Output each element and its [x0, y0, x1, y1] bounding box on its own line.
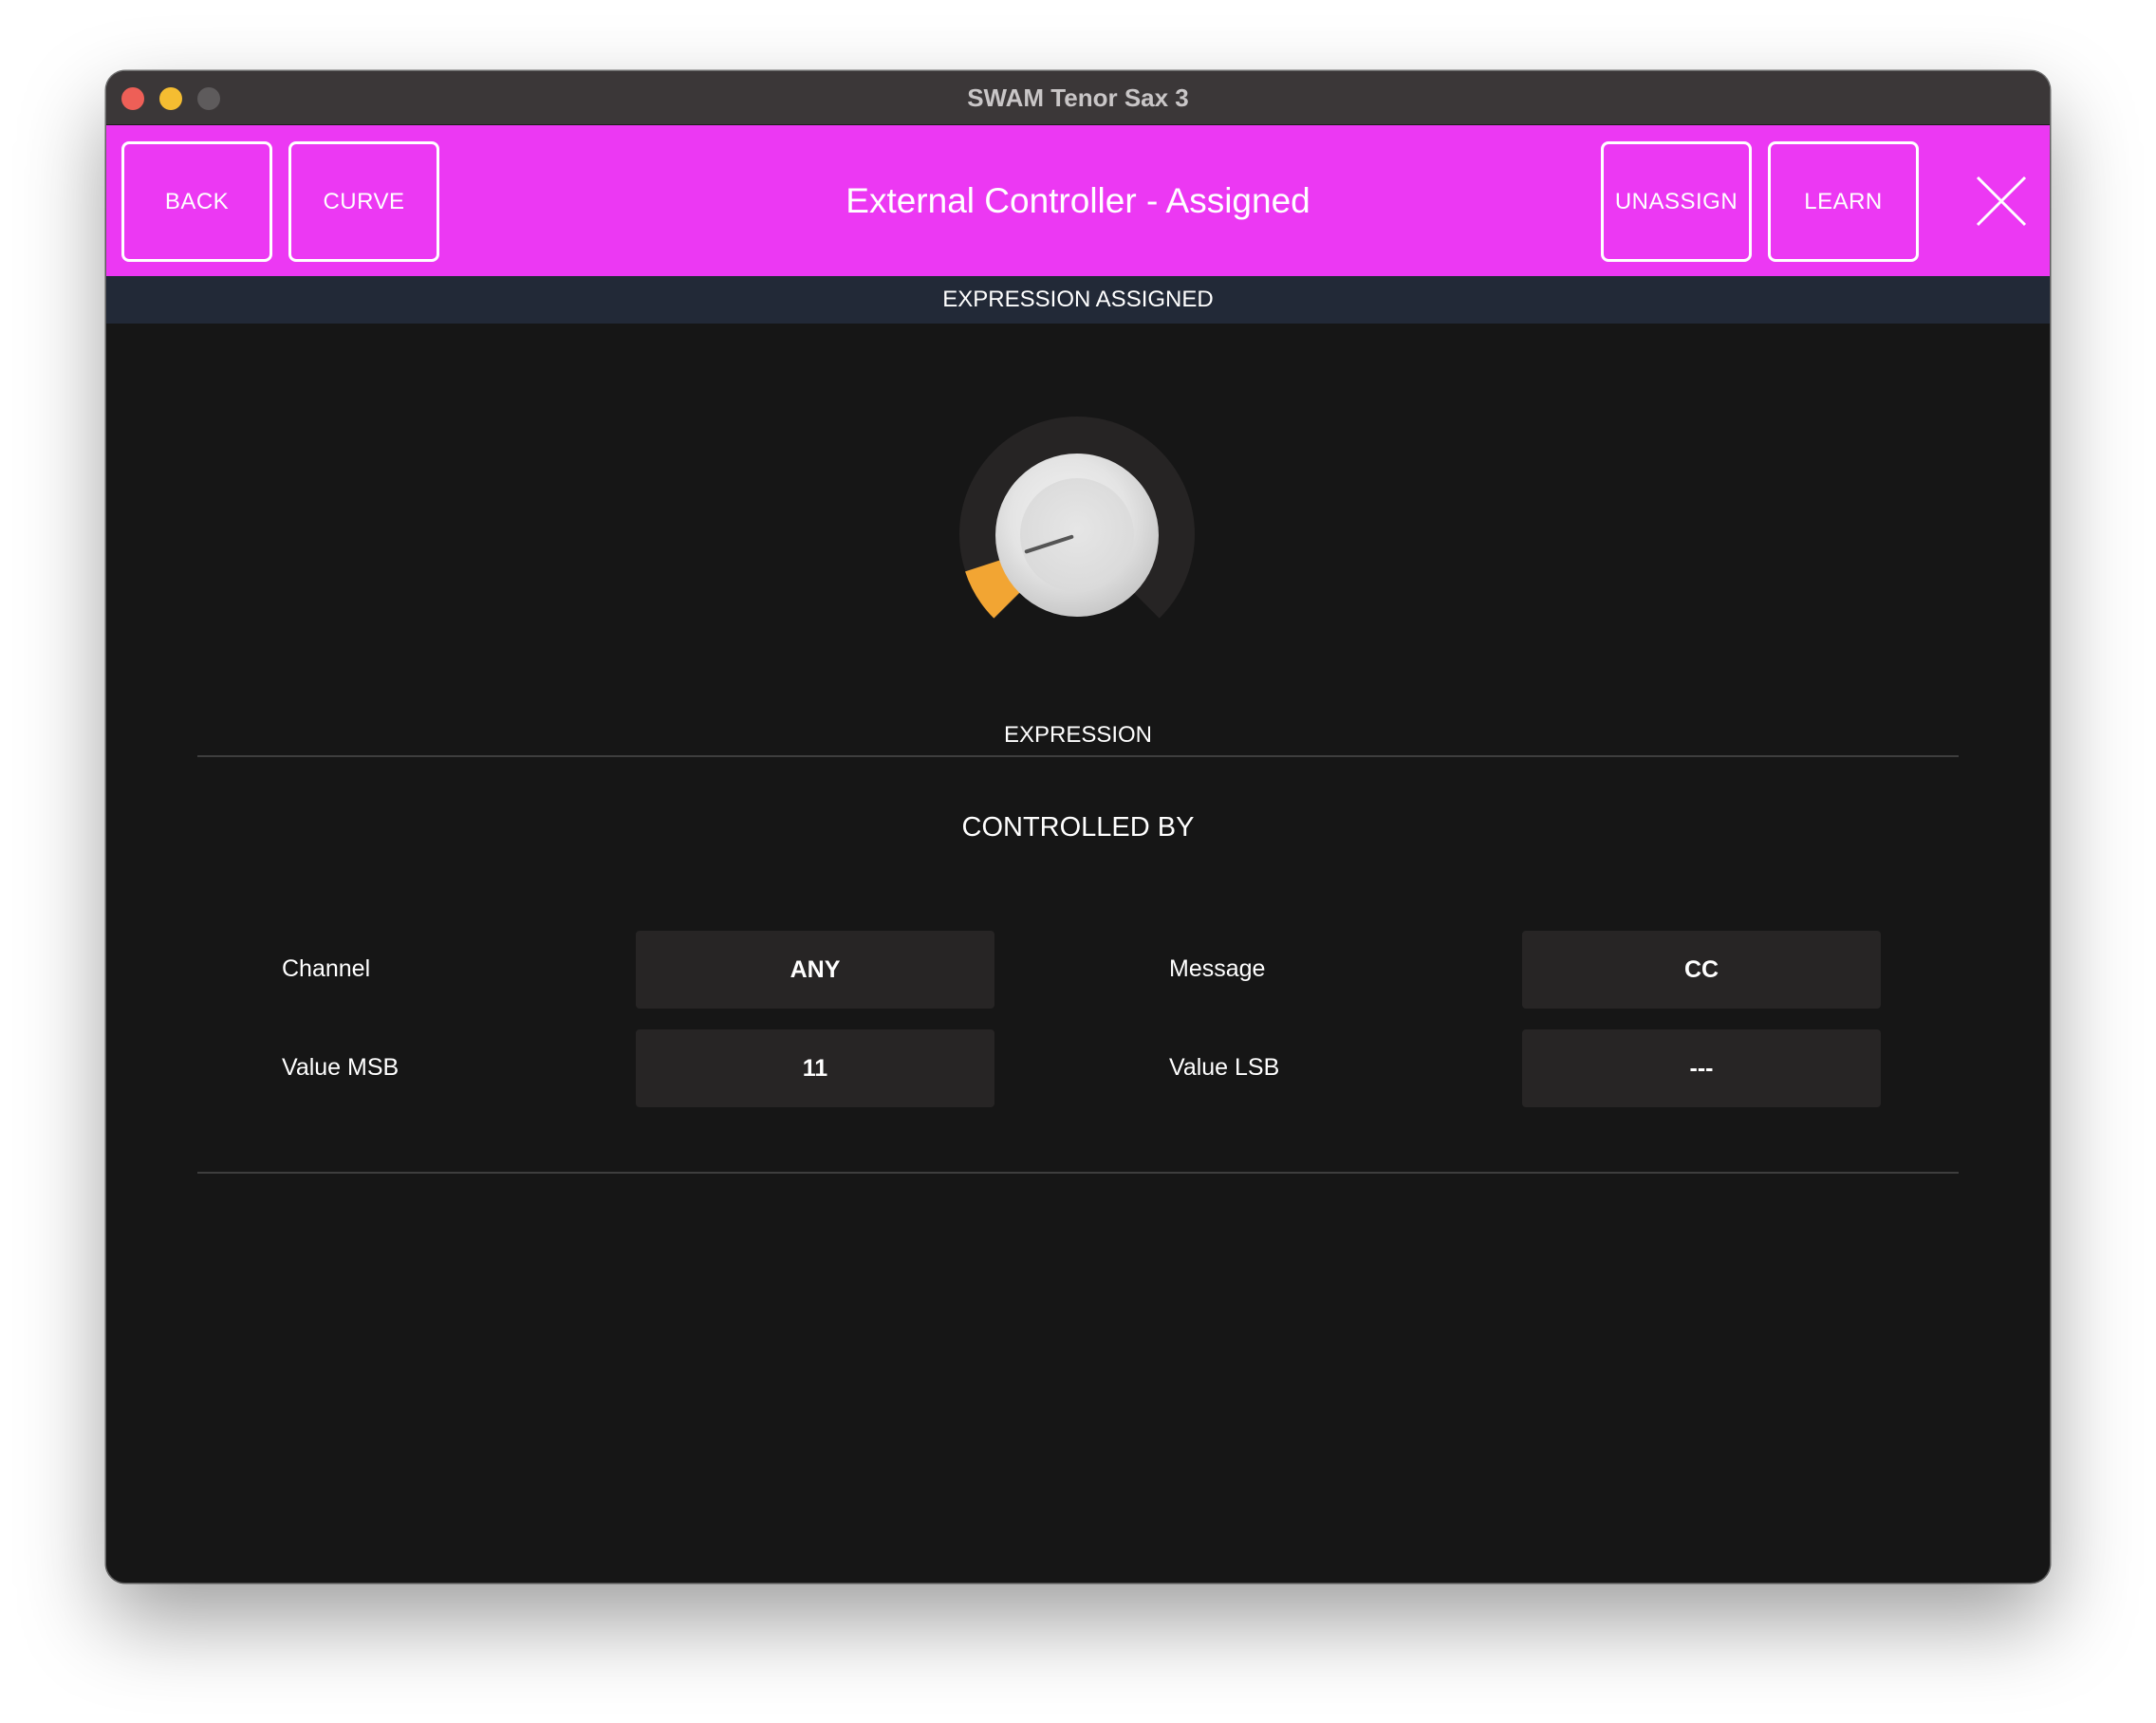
- close-icon[interactable]: [1968, 168, 2035, 234]
- learn-button[interactable]: LEARN: [1768, 141, 1919, 262]
- channel-select[interactable]: ANY: [636, 931, 994, 1009]
- expression-knob[interactable]: [957, 416, 1197, 655]
- section-title: CONTROLLED BY: [961, 812, 1195, 843]
- curve-button[interactable]: CURVE: [288, 141, 439, 262]
- divider: [197, 1172, 1959, 1174]
- page-title: External Controller - Assigned: [846, 180, 1310, 220]
- window-title: SWAM Tenor Sax 3: [967, 83, 1189, 112]
- channel-label: Channel: [282, 955, 371, 982]
- header-bar: BACK CURVE External Controller - Assigne…: [106, 125, 2050, 276]
- message-label: Message: [1169, 955, 1266, 982]
- title-bar: SWAM Tenor Sax 3: [106, 71, 2050, 125]
- value-msb-label: Value MSB: [282, 1054, 400, 1081]
- message-select[interactable]: CC: [1522, 931, 1881, 1009]
- status-banner: EXPRESSION ASSIGNED: [106, 276, 2050, 324]
- divider: [197, 755, 1959, 757]
- back-button[interactable]: BACK: [121, 141, 272, 262]
- value-msb-field[interactable]: 11: [636, 1029, 994, 1107]
- unassign-button[interactable]: UNASSIGN: [1601, 141, 1752, 262]
- value-lsb-label: Value LSB: [1169, 1054, 1280, 1081]
- knob-label: EXPRESSION: [1003, 722, 1153, 748]
- value-lsb-field[interactable]: ---: [1522, 1029, 1881, 1107]
- app-window: SWAM Tenor Sax 3 BACK CURVE External Con…: [106, 71, 2050, 1583]
